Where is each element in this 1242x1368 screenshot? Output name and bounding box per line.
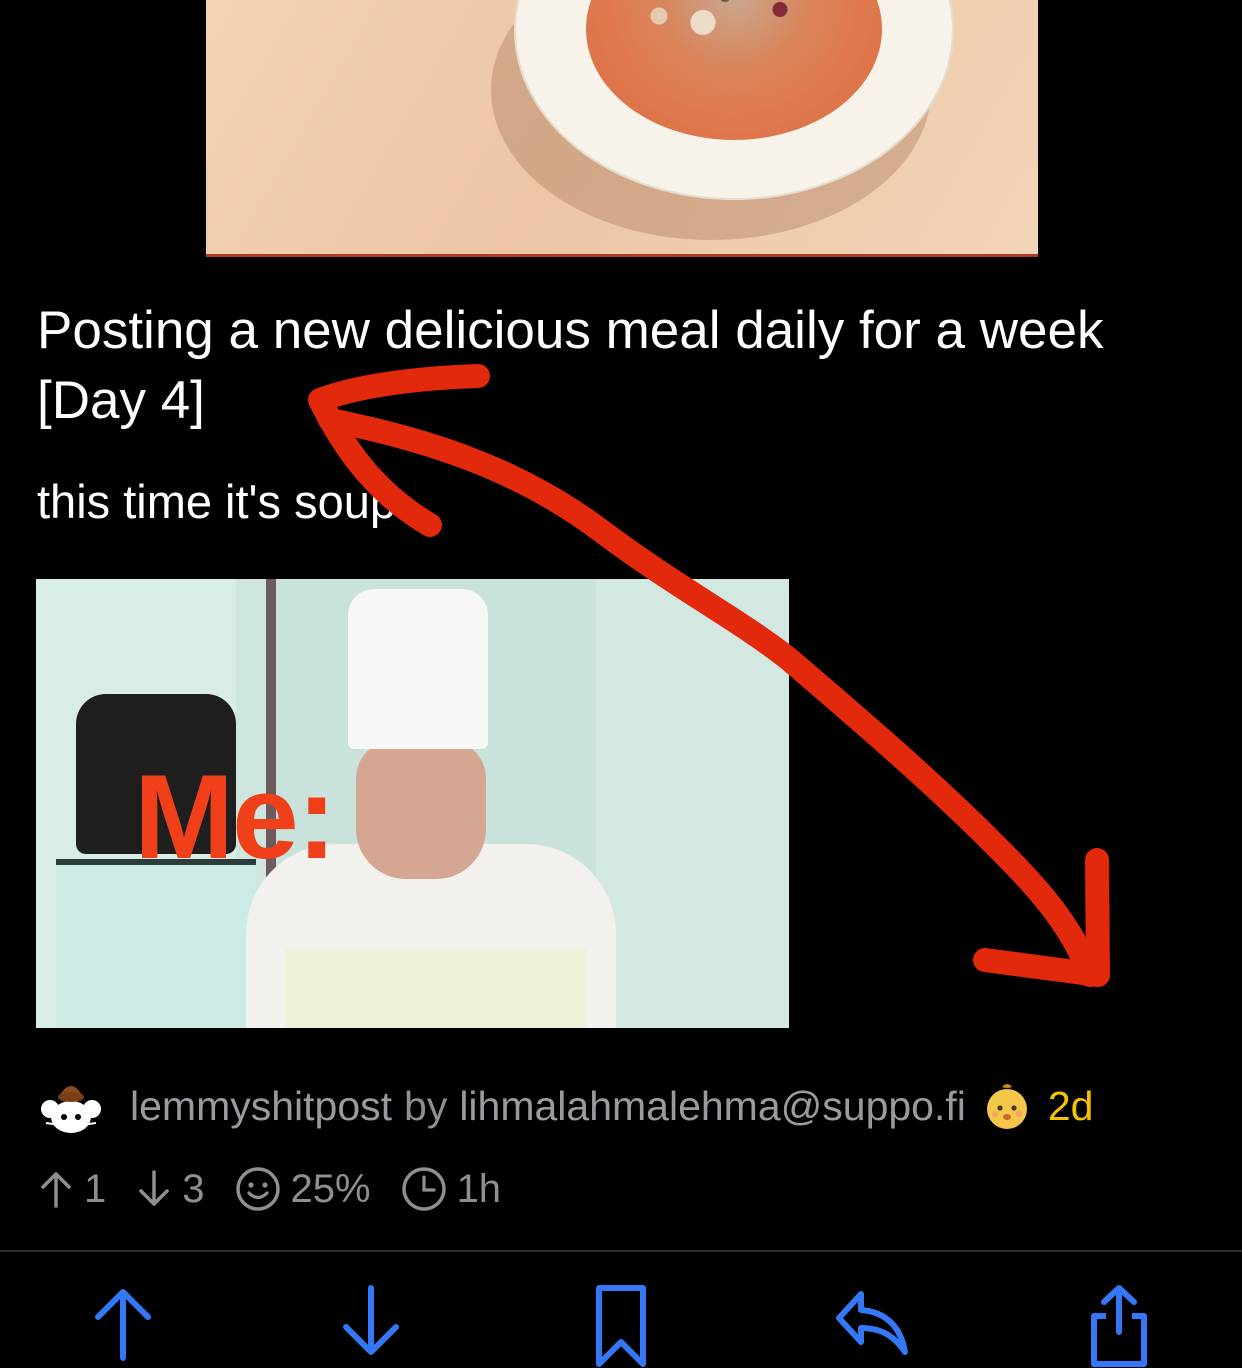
smiley-icon xyxy=(235,1167,280,1211)
post-title[interactable]: Posting a new delicious meal daily for a… xyxy=(37,296,1217,436)
post-meta-row: lemmyshitpost by lihmalahmalehma@suppo.f… xyxy=(38,1073,1218,1139)
post-body: this time it's soup xyxy=(37,475,396,528)
meme-caption: Me: xyxy=(134,750,337,884)
upvote-arrow-icon xyxy=(95,1289,151,1361)
reply-button[interactable] xyxy=(826,1282,916,1368)
downvote-count: 3 xyxy=(182,1166,205,1211)
reply-icon xyxy=(836,1291,908,1355)
post-stats-row: 1 3 25% 1h xyxy=(38,1163,531,1215)
divider xyxy=(0,1250,1242,1252)
post-image-soup[interactable] xyxy=(206,0,1038,257)
down-arrow-icon xyxy=(139,1170,169,1206)
up-arrow-icon xyxy=(41,1172,71,1208)
share-icon xyxy=(1091,1285,1147,1367)
meme-wall-right xyxy=(596,579,789,1028)
upvote-ratio: 25% xyxy=(290,1166,371,1211)
community-name-link[interactable]: lemmyshitpost xyxy=(130,1083,392,1130)
soup-ingredients xyxy=(626,0,846,68)
time-elapsed: 1h xyxy=(456,1166,502,1211)
share-button[interactable] xyxy=(1074,1282,1164,1368)
downvote-button[interactable] xyxy=(326,1282,416,1368)
new-account-baby-icon xyxy=(980,1079,1034,1133)
post-action-bar xyxy=(0,1282,1242,1368)
upvote-button[interactable] xyxy=(78,1282,168,1368)
downvote-arrow-icon xyxy=(343,1285,399,1355)
meme-counter xyxy=(56,859,256,1028)
meme-chef-hat xyxy=(348,589,488,749)
save-button[interactable] xyxy=(576,1282,666,1368)
meme-image[interactable]: Me: xyxy=(36,579,789,1028)
upvote-count-stat: 1 xyxy=(38,1167,106,1212)
downvote-count-stat: 3 xyxy=(136,1166,205,1212)
author-link[interactable]: lihmalahmalehma@suppo.fi xyxy=(459,1083,966,1130)
meme-chef-apron xyxy=(286,949,586,1028)
post-age: 2d xyxy=(1047,1082,1094,1129)
community-avatar-icon[interactable] xyxy=(38,1073,104,1139)
meme-chef-face xyxy=(356,739,486,879)
by-label: by xyxy=(404,1082,448,1129)
time-stat: 1h xyxy=(401,1166,502,1212)
soup xyxy=(586,0,882,140)
upvote-count: 1 xyxy=(84,1166,107,1211)
bookmark-icon xyxy=(596,1285,646,1367)
upvote-ratio-stat: 25% xyxy=(235,1166,371,1212)
clock-icon xyxy=(401,1167,446,1211)
